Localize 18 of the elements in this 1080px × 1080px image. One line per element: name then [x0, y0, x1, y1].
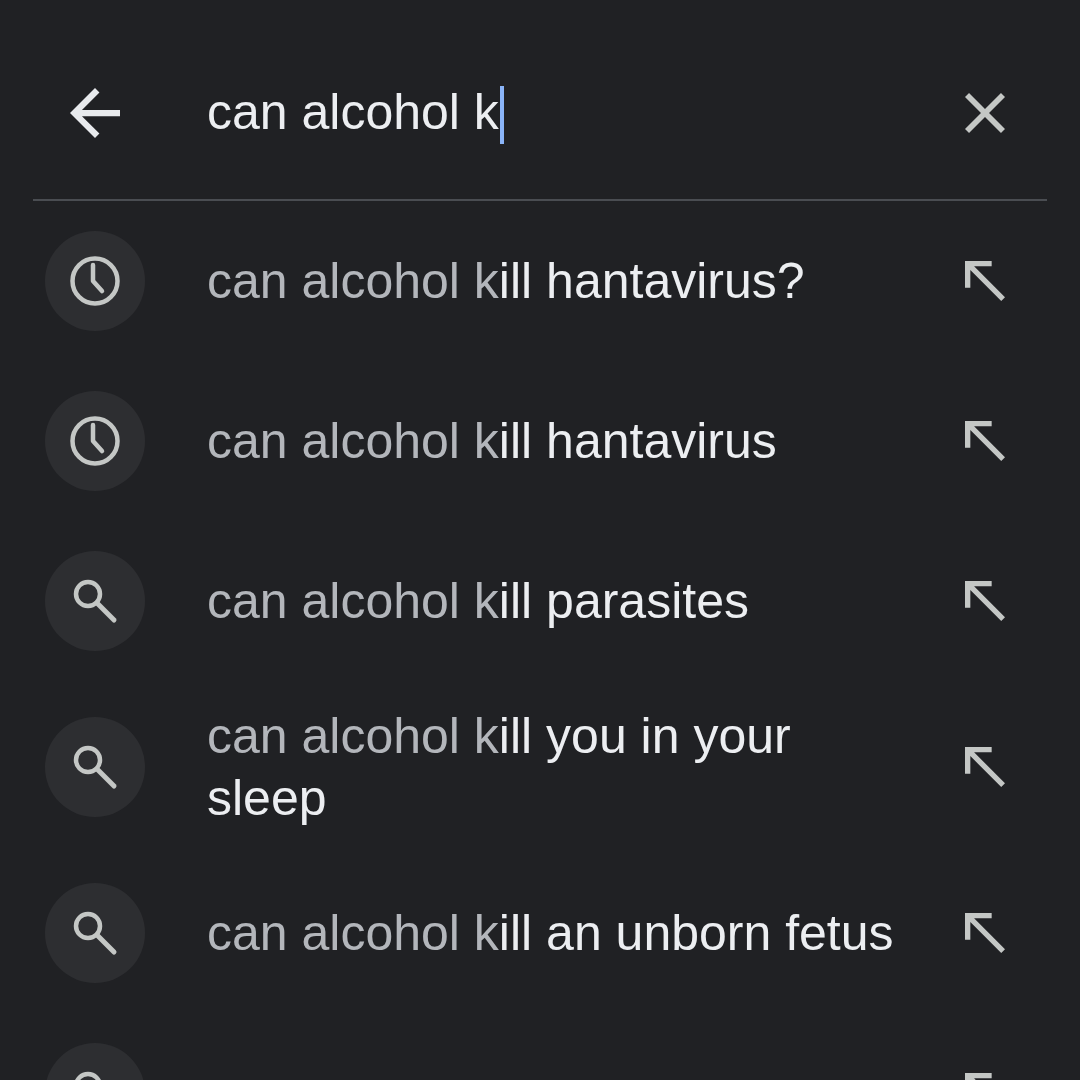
up-left-arrow-icon[interactable]: [965, 581, 1005, 621]
search-icon: [45, 717, 145, 817]
suggestion-text[interactable]: can alcohol kill an unborn fetus: [207, 902, 894, 964]
search-field[interactable]: can alcohol k: [207, 80, 504, 145]
suggestion-text[interactable]: can alcohol kill you in your sleep: [207, 705, 907, 829]
suggestion-text[interactable]: can alcohol kill hantavirus: [207, 410, 777, 472]
up-left-arrow-icon[interactable]: [965, 913, 1005, 953]
up-left-arrow-icon[interactable]: [965, 261, 1005, 301]
suggestion-text[interactable]: can alcohol kill hantavirus?: [207, 250, 805, 312]
up-left-arrow-icon[interactable]: [965, 421, 1005, 461]
clock-icon: [45, 391, 145, 491]
up-left-arrow-icon[interactable]: [965, 747, 1005, 787]
search-icon: [45, 551, 145, 651]
close-icon[interactable]: [965, 92, 1005, 133]
search-icon: [45, 883, 145, 983]
back-arrow-icon[interactable]: [70, 87, 120, 138]
suggestion-text[interactable]: can alcohol kill parasites: [207, 570, 749, 632]
clock-icon: [45, 231, 145, 331]
